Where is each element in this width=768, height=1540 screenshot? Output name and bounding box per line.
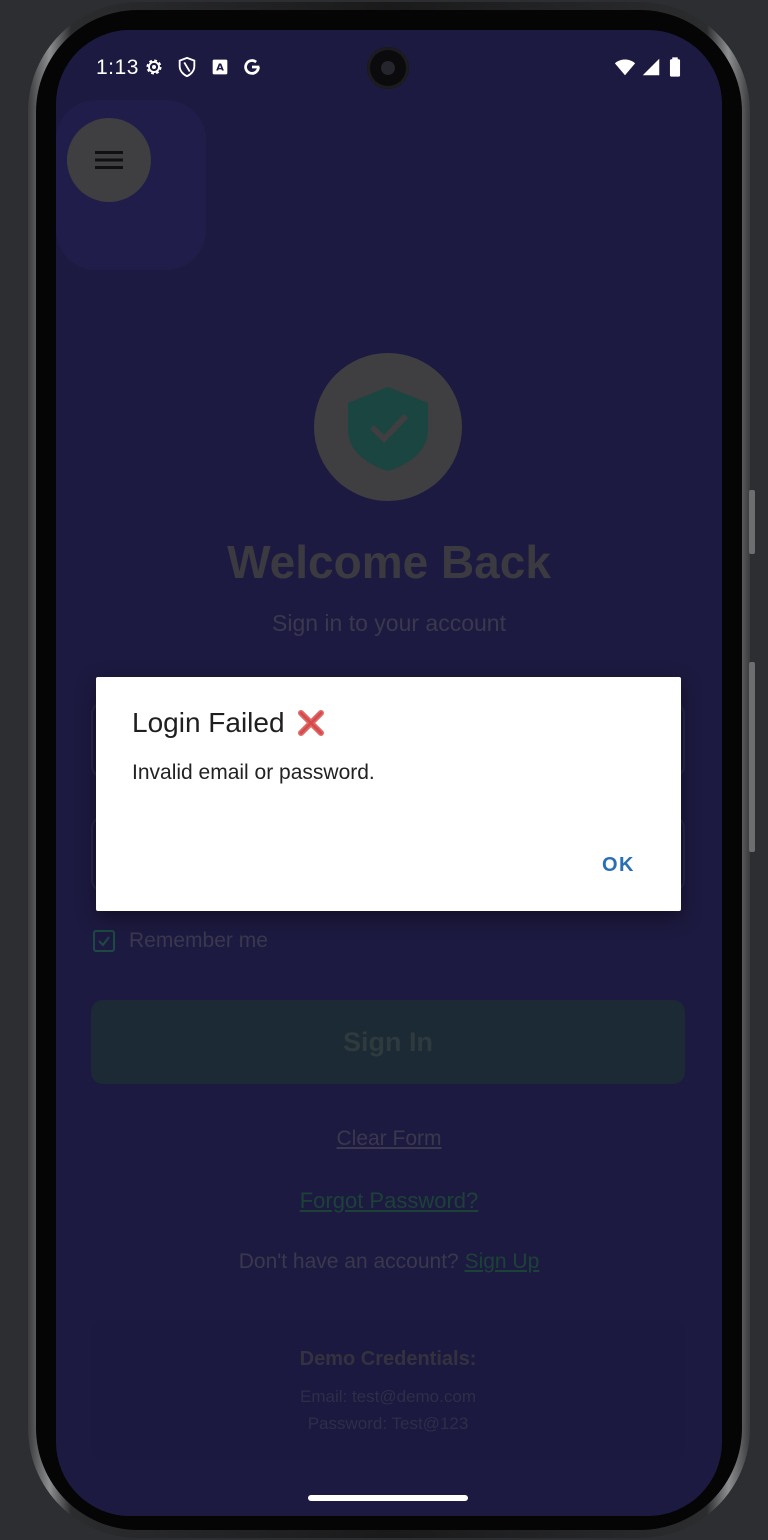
page-subtitle: Sign in to your account [272, 610, 506, 636]
power-button [749, 662, 755, 852]
clear-form-link[interactable]: Clear Form [56, 1127, 722, 1151]
wifi-icon [614, 59, 636, 76]
svg-text:A: A [216, 63, 224, 74]
dialog-message: Invalid email or password. [132, 761, 375, 784]
signup-row: Don't have an account? Sign Up [56, 1250, 722, 1274]
cellular-signal-icon [642, 58, 660, 76]
checkmark-icon [98, 936, 110, 947]
menu-button[interactable] [67, 118, 151, 202]
demo-email: Email: test@demo.com [300, 1387, 476, 1406]
home-indicator[interactable] [308, 1495, 468, 1501]
demo-credentials-card: Demo Credentials: Email: test@demo.com P… [91, 1320, 685, 1460]
remember-me-row[interactable]: Remember me [93, 926, 268, 956]
demo-credentials-title: Demo Credentials: [299, 1348, 477, 1370]
login-failed-dialog: Login Failed Invalid email or password. … [96, 677, 681, 911]
shield-status-icon [178, 56, 196, 78]
hamburger-menu-icon [95, 151, 123, 169]
settings-gear-icon [146, 59, 162, 75]
dialog-title: Login Failed [132, 707, 285, 738]
status-bar: 1:13 A [56, 30, 722, 106]
status-time: 1:13 [96, 56, 139, 79]
demo-password: Password: Test@123 [307, 1414, 469, 1433]
signup-prompt: Don't have an account? [238, 1250, 459, 1273]
ok-button[interactable]: OK [602, 854, 635, 877]
shield-check-icon [348, 387, 428, 471]
device-screen: 1:13 A Welcome Back Sign in to your acco… [56, 30, 722, 1516]
page-title: Welcome Back [227, 536, 551, 588]
forgot-password-link[interactable]: Forgot Password? [56, 1188, 722, 1214]
battery-icon [669, 57, 681, 77]
sign-up-link[interactable]: Sign Up [465, 1250, 540, 1273]
dialog-title-row: Login Failed [132, 707, 327, 739]
app-logo [314, 353, 462, 501]
remember-me-checkbox[interactable] [93, 930, 115, 952]
remember-me-label: Remember me [129, 929, 268, 952]
cross-mark-icon [297, 710, 324, 736]
volume-button [749, 490, 755, 554]
front-camera [367, 47, 409, 89]
google-status-icon [244, 59, 260, 75]
sign-in-button[interactable]: Sign In [91, 1000, 685, 1084]
translate-status-icon: A [212, 59, 228, 75]
